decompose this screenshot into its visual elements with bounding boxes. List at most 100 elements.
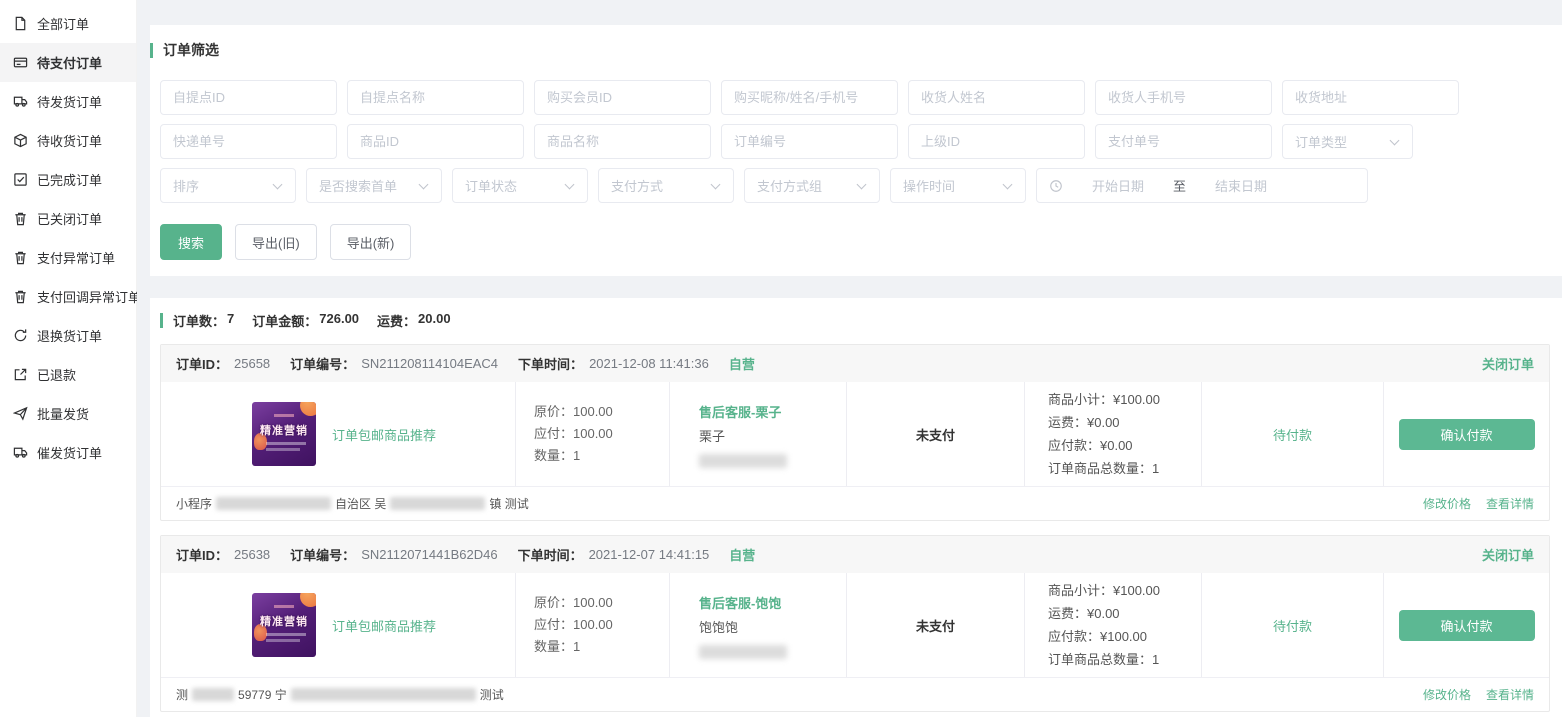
buyer-nickname-input[interactable] [721,80,898,115]
image-decor-circle [300,593,316,607]
view-detail-link[interactable]: 查看详情 [1486,686,1534,703]
image-decor-line [266,633,306,636]
sidebar-item-label: 批量发货 [37,404,89,423]
payment-status: 未支付 [916,425,955,444]
sidebar-item-completed[interactable]: 已完成订单 [0,160,136,199]
sidebar-item-pending-receipt[interactable]: 待收货订单 [0,121,136,160]
product-cell: 精准营销 订单包邮商品推荐 [161,382,515,486]
filter-buttons: 搜索 导出(旧) 导出(新) [150,212,1562,260]
share-out-icon [13,367,28,382]
modify-price-link[interactable]: 修改价格 [1423,495,1471,512]
order-status-select[interactable]: 订单状态 [452,168,588,203]
customer-cell: 售后客服-饱饱 饱饱饱 [669,573,846,677]
payable-price: 应付：100.00 [534,423,669,445]
pickup-name-input[interactable] [347,80,524,115]
sidebar-item-label: 已退款 [37,365,76,384]
pay-method-group-select[interactable]: 支付方式组 [744,168,880,203]
modify-price-link[interactable]: 修改价格 [1423,686,1471,703]
close-order-link[interactable]: 关闭订单 [1482,354,1534,373]
confirm-payment-button[interactable]: 确认付款 [1399,610,1535,641]
sidebar-item-callback-error[interactable]: 支付回调异常订单 [0,277,136,316]
image-decor-line [274,605,294,608]
sidebar-item-payment-error[interactable]: 支付异常订单 [0,238,136,277]
original-price: 原价：100.00 [534,401,669,423]
parcel-icon [13,133,28,148]
parent-id-input[interactable] [908,124,1085,159]
order-id-label: 订单ID： [176,545,228,564]
sidebar-item-pending-payment[interactable]: 待支付订单 [0,43,136,82]
chevron-down-icon [273,179,283,189]
after-sale-service: 售后客服-栗子 [699,401,846,425]
order-sn-label: 订单编号： [290,545,355,564]
sidebar-item-returns[interactable]: 退换货订单 [0,316,136,355]
product-name-input[interactable] [534,124,711,159]
sidebar-item-label: 支付异常订单 [37,248,115,267]
order-time-value: 2021-12-07 14:41:15 [589,547,710,562]
confirm-payment-button[interactable]: 确认付款 [1399,419,1535,450]
chevron-down-icon [419,179,429,189]
stat-order-amount: 订单金额：726.00 [252,311,359,330]
date-separator: 至 [1173,176,1186,195]
order-card: 订单ID：25638 订单编号：SN2112071441B62D46 下单时间：… [160,535,1550,712]
sidebar-item-all-orders[interactable]: 全部订单 [0,4,136,43]
tracking-number-input[interactable] [160,124,337,159]
filter-title: 订单筛选 [153,40,219,60]
order-sn-input[interactable] [721,124,898,159]
self-operated-tag: 自营 [729,354,755,373]
date-range-picker[interactable]: 开始日期 至 结束日期 [1036,168,1368,203]
order-sn-label: 订单编号： [290,354,355,373]
sidebar-item-urge-shipment[interactable]: 催发货订单 [0,433,136,472]
product-id-input[interactable] [347,124,524,159]
search-button[interactable]: 搜索 [160,224,222,260]
sort-select[interactable]: 排序 [160,168,296,203]
filter-section-header: 订单筛选 [150,40,1562,60]
product-name-link[interactable]: 订单包邮商品推荐 [332,425,436,444]
order-state: 待付款 [1273,425,1312,444]
order-status-placeholder: 订单状态 [465,176,517,195]
order-id-value: 25658 [234,356,270,371]
order-card-header: 订单ID：25638 订单编号：SN2112071441B62D46 下单时间：… [161,536,1549,573]
order-type-placeholder: 订单类型 [1295,132,1347,151]
quantity: 数量：1 [534,445,669,467]
sidebar-item-closed[interactable]: 已关闭订单 [0,199,136,238]
pickup-id-input[interactable] [160,80,337,115]
product-name-link[interactable]: 订单包邮商品推荐 [332,616,436,635]
redacted-text [291,688,476,701]
after-sale-service: 售后客服-饱饱 [699,592,846,616]
stat-freight: 运费：20.00 [377,311,451,330]
app: 全部订单 待支付订单 待发货订单 待收货订单 已完成订单 已关闭订单 支付异常订… [0,0,1562,717]
order-sn-value: SN2112071441B62D46 [361,547,497,562]
order-state: 待付款 [1273,616,1312,635]
product-image: 精准营销 [252,402,316,466]
receiver-address-input[interactable] [1282,80,1459,115]
product-image-text: 精准营销 [252,422,316,438]
sidebar-item-refunded[interactable]: 已退款 [0,355,136,394]
order-type-select[interactable]: 订单类型 [1282,124,1413,159]
sidebar: 全部订单 待支付订单 待发货订单 待收货订单 已完成订单 已关闭订单 支付异常订… [0,0,137,717]
sidebar-item-label: 待收货订单 [37,131,102,150]
pay-method-select[interactable]: 支付方式 [598,168,734,203]
pay-method-placeholder: 支付方式 [611,176,663,195]
export-old-button[interactable]: 导出(旧) [235,224,317,260]
payment-sn-input[interactable] [1095,124,1272,159]
total-quantity: 订单商品总数量：1 [1048,457,1201,480]
first-order-select[interactable]: 是否搜索首单 [306,168,442,203]
price-cell: 原价：100.00 应付：100.00 数量：1 [515,573,669,677]
buyer-member-id-input[interactable] [534,80,711,115]
order-card-footer: 小程序自治区 吴镇 测试 修改价格 查看详情 [161,486,1549,520]
image-decor-line [274,414,294,417]
receiver-phone-input[interactable] [1095,80,1272,115]
order-time-label: 下单时间： [518,354,583,373]
sidebar-item-batch-shipment[interactable]: 批量发货 [0,394,136,433]
filter-row-1 [160,80,1562,115]
view-detail-link[interactable]: 查看详情 [1486,495,1534,512]
filter-rows: 订单类型 排序 是否搜索首单 订单状态 [150,60,1562,203]
receiver-name-input[interactable] [908,80,1085,115]
chevron-down-icon [1003,179,1013,189]
chevron-down-icon [1390,135,1400,145]
order-card-body: 精准营销 订单包邮商品推荐 原价：100.00 应付：100.00 数量：1 售… [161,382,1549,486]
sidebar-item-pending-shipment[interactable]: 待发货订单 [0,82,136,121]
operate-time-select[interactable]: 操作时间 [890,168,1026,203]
close-order-link[interactable]: 关闭订单 [1482,545,1534,564]
export-new-button[interactable]: 导出(新) [330,224,412,260]
